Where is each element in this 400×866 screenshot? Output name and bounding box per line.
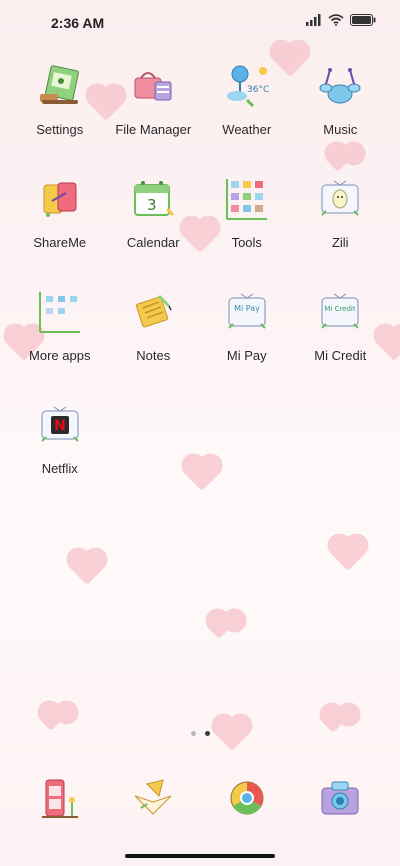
heart-decoration (70, 551, 104, 585)
app-label: Calendar (126, 235, 180, 250)
zili-icon (321, 180, 359, 216)
app-label: Weather (222, 122, 272, 137)
mi-credit-icon: Mi Credit (321, 293, 359, 329)
app-calendar[interactable]: 3 Calendar (107, 175, 201, 265)
app-netflix[interactable]: N Netflix (13, 401, 107, 491)
app-label: More apps (29, 348, 91, 363)
app-label: Music (323, 122, 358, 137)
app-music[interactable]: Music (294, 62, 388, 152)
heart-decoration (41, 711, 61, 731)
app-tools[interactable]: Tools (200, 175, 294, 265)
phone-booth-icon (41, 779, 78, 818)
status-time: 2:36 AM (51, 15, 105, 31)
messages-envelope-icon (134, 779, 172, 815)
wifi-icon (328, 14, 344, 26)
file-manager-icon (134, 72, 172, 101)
app-mi-credit[interactable]: Mi Credit Mi Credit (294, 288, 388, 378)
app-more-apps[interactable]: More apps (13, 288, 107, 378)
chrome-icon (230, 781, 264, 815)
status-bar: 2:36 AM (0, 0, 400, 44)
shareme-icon (43, 182, 77, 217)
music-icon (319, 68, 361, 104)
camera-icon (321, 781, 359, 815)
status-icons (306, 14, 376, 26)
calendar-day: 3 (147, 196, 157, 214)
settings-icon (39, 65, 79, 104)
app-label: Mi Credit (314, 348, 367, 363)
app-grid: Settings File Manager 36°C Weather Music… (13, 62, 387, 491)
tools-folder-icon (225, 179, 267, 220)
app-notes[interactable]: Notes (107, 288, 201, 378)
dock-phone[interactable] (13, 774, 107, 822)
app-mi-pay[interactable]: Mi Pay Mi Pay (200, 288, 294, 378)
page-indicator (0, 731, 400, 736)
calendar-icon: 3 (134, 181, 175, 217)
netflix-icon: N (41, 406, 79, 442)
dock-camera[interactable] (294, 774, 388, 822)
heart-decoration (209, 619, 229, 639)
app-label: Tools (231, 235, 262, 250)
app-label: Settings (36, 122, 84, 137)
app-label: Mi Pay (226, 348, 267, 363)
signal-icon (306, 14, 321, 26)
app-label: File Manager (115, 122, 192, 137)
page-dot-active[interactable] (204, 731, 210, 736)
mi-pay-icon: Mi Pay (228, 293, 266, 329)
heart-decoration (331, 537, 365, 571)
dock-messages[interactable] (107, 774, 201, 822)
dock-chrome[interactable] (200, 774, 294, 822)
notes-icon (136, 294, 172, 328)
app-weather[interactable]: 36°C Weather (200, 62, 294, 152)
heart-decoration (323, 713, 343, 733)
mi-credit-icon-text: Mi Credit (325, 305, 357, 313)
app-file-manager[interactable]: File Manager (107, 62, 201, 152)
netflix-logo-letter: N (54, 418, 66, 434)
home-indicator[interactable] (125, 854, 275, 858)
more-apps-folder-icon (38, 292, 80, 333)
app-settings[interactable]: Settings (13, 62, 107, 152)
app-label: Netflix (41, 461, 78, 476)
mi-pay-icon-text: Mi Pay (234, 304, 260, 313)
app-label: Zili (331, 235, 349, 250)
dock (13, 774, 387, 822)
app-label: ShareMe (33, 235, 87, 250)
battery-icon (350, 14, 376, 26)
page-dot[interactable] (190, 731, 196, 736)
app-label: Notes (136, 348, 171, 363)
app-zili[interactable]: Zili (294, 175, 388, 265)
weather-icon: 36°C (226, 65, 269, 108)
app-shareme[interactable]: ShareMe (13, 175, 107, 265)
weather-temperature: 36°C (247, 85, 269, 95)
